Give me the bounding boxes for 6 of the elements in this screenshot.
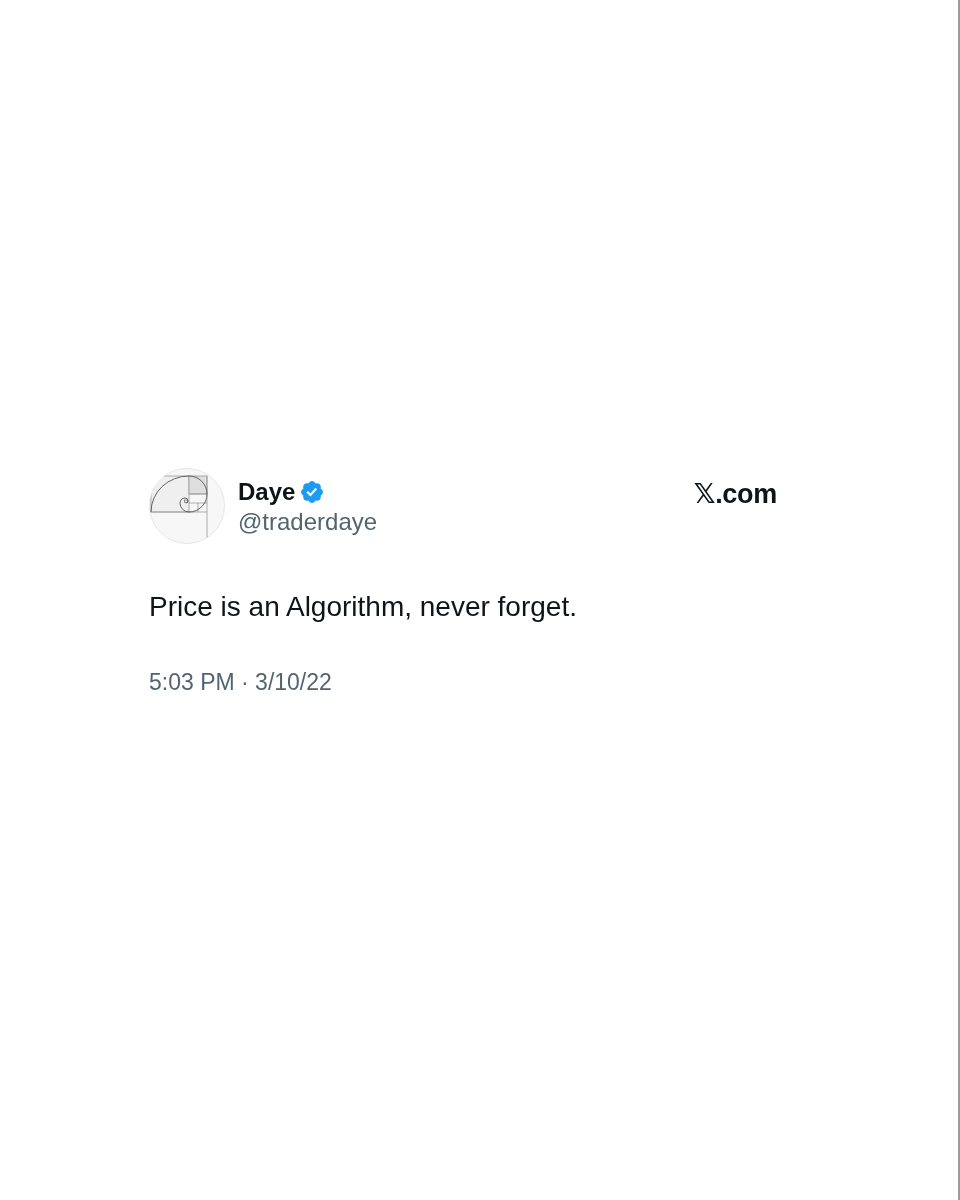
site-logo-text: 𝕏.com <box>693 479 777 509</box>
author-name: Daye <box>238 478 296 506</box>
tweet-text: Price is an Algorithm, never forget. <box>149 590 578 624</box>
author-handle: @traderdaye <box>238 508 378 536</box>
spiral-avatar-icon <box>149 468 225 544</box>
tweet-timestamp: 5:03 PM · 3/10/22 <box>149 668 333 696</box>
